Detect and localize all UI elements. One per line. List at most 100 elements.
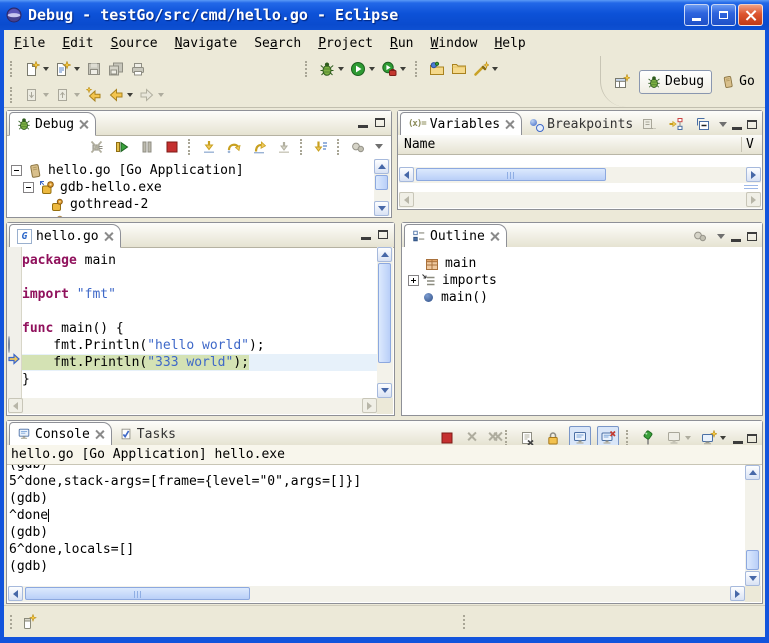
outline-menu-button[interactable] bbox=[690, 228, 710, 244]
scroll-thumb[interactable] bbox=[416, 168, 606, 181]
open-task-button[interactable] bbox=[427, 58, 447, 80]
minimize-view-icon[interactable] bbox=[731, 230, 741, 242]
dropdown-arrow-icon[interactable] bbox=[127, 93, 133, 97]
console-output[interactable]: (gdb) 5^done,stack-args=[frame={level="0… bbox=[9, 465, 745, 586]
toolbar-grip[interactable] bbox=[10, 61, 15, 77]
disconnect-button[interactable] bbox=[87, 136, 107, 158]
outline-item-imports[interactable]: imports bbox=[408, 272, 497, 289]
variables-tree-hscrollbar[interactable] bbox=[399, 167, 761, 183]
menu-help[interactable]: Help bbox=[494, 36, 525, 51]
remove-all-terminated-icon[interactable] bbox=[483, 432, 499, 444]
scroll-down-button[interactable] bbox=[745, 571, 760, 586]
menu-run[interactable]: Run bbox=[390, 36, 413, 51]
scroll-right-button[interactable] bbox=[746, 167, 761, 182]
debug-tree-vscrollbar[interactable] bbox=[374, 159, 390, 216]
forward-button[interactable] bbox=[137, 84, 166, 106]
scroll-down-button[interactable] bbox=[374, 201, 389, 216]
close-tab-icon[interactable] bbox=[490, 232, 499, 241]
suspend-button[interactable] bbox=[137, 136, 157, 158]
open-resource-button[interactable] bbox=[449, 58, 469, 80]
last-edit-location-button[interactable] bbox=[84, 84, 104, 106]
toolbar-grip[interactable] bbox=[305, 61, 310, 77]
remove-launch-icon[interactable] bbox=[467, 432, 479, 444]
minimize-view-icon[interactable] bbox=[361, 228, 371, 240]
dropdown-arrow-icon[interactable] bbox=[369, 67, 375, 71]
dropdown-arrow-icon[interactable] bbox=[74, 67, 80, 71]
terminate-button[interactable] bbox=[162, 136, 182, 158]
close-tab-icon[interactable] bbox=[104, 232, 113, 241]
column-header-name[interactable]: Name bbox=[398, 137, 741, 152]
tree-row-launch[interactable]: hello.go [Go Application] bbox=[11, 162, 244, 179]
tab-debug[interactable]: Debug bbox=[9, 112, 96, 136]
view-menu-icon[interactable] bbox=[719, 122, 727, 127]
perspective-debug-button[interactable]: Debug bbox=[639, 70, 712, 94]
tree-row-thread[interactable]: gothread-2 bbox=[49, 196, 148, 213]
save-button[interactable] bbox=[84, 58, 104, 80]
maximize-view-icon[interactable] bbox=[378, 230, 388, 239]
editor-vscrollbar[interactable] bbox=[377, 247, 393, 398]
menu-edit[interactable]: Edit bbox=[62, 36, 93, 51]
drop-to-frame-button[interactable] bbox=[274, 136, 294, 158]
tab-tasks[interactable]: Tasks bbox=[112, 423, 183, 445]
dropdown-arrow-icon[interactable] bbox=[492, 67, 498, 71]
detail-pane-hscrollbar[interactable] bbox=[399, 192, 761, 208]
tab-outline[interactable]: Outline bbox=[404, 224, 507, 248]
next-annotation-button[interactable] bbox=[22, 84, 51, 106]
show-type-names-button[interactable] bbox=[639, 116, 659, 132]
minimize-button[interactable] bbox=[684, 4, 709, 26]
step-into-button[interactable] bbox=[199, 136, 219, 158]
step-return-button[interactable] bbox=[249, 136, 269, 158]
detail-pane-sash[interactable] bbox=[744, 185, 758, 191]
step-over-button[interactable] bbox=[224, 136, 244, 158]
close-tab-icon[interactable] bbox=[95, 430, 104, 439]
maximize-view-icon[interactable] bbox=[747, 434, 757, 443]
menu-project[interactable]: Project bbox=[318, 36, 373, 51]
scroll-right-button[interactable] bbox=[730, 586, 745, 601]
toolbar-grip[interactable] bbox=[415, 61, 420, 77]
tab-breakpoints[interactable]: Breakpoints bbox=[522, 113, 640, 135]
use-step-filters-button[interactable] bbox=[311, 136, 331, 158]
scroll-left-button[interactable] bbox=[399, 167, 414, 182]
scroll-thumb[interactable] bbox=[746, 550, 759, 570]
menu-source[interactable]: Source bbox=[111, 36, 158, 51]
scroll-thumb[interactable] bbox=[375, 175, 388, 190]
collapse-expander-icon[interactable] bbox=[11, 165, 22, 176]
dropdown-arrow-icon[interactable] bbox=[338, 67, 344, 71]
collapse-all-button[interactable] bbox=[693, 116, 713, 132]
open-perspective-button[interactable] bbox=[612, 71, 632, 93]
minimize-view-icon[interactable] bbox=[733, 432, 743, 444]
menu-navigate[interactable]: Navigate bbox=[175, 36, 238, 51]
scroll-down-button[interactable] bbox=[377, 383, 392, 398]
menu-window[interactable]: Window bbox=[430, 36, 477, 51]
console-hscrollbar[interactable] bbox=[8, 586, 745, 602]
maximize-view-icon[interactable] bbox=[375, 118, 385, 127]
debug-view-extra-button[interactable] bbox=[348, 136, 368, 158]
tab-editor-hello-go[interactable]: G hello.go bbox=[9, 224, 121, 248]
outline-item-main-func[interactable]: main() bbox=[424, 289, 488, 306]
column-header-value[interactable]: V bbox=[741, 137, 762, 152]
maximize-view-icon[interactable] bbox=[747, 232, 757, 241]
tab-console[interactable]: Console bbox=[9, 422, 112, 446]
view-menu-icon[interactable] bbox=[717, 234, 725, 239]
tab-variables[interactable]: (x)= Variables bbox=[400, 112, 522, 136]
dropdown-arrow-icon[interactable] bbox=[720, 436, 726, 440]
debug-button[interactable] bbox=[317, 58, 346, 80]
outline-item-package[interactable]: main bbox=[424, 255, 476, 272]
run-button[interactable] bbox=[348, 58, 377, 80]
dropdown-arrow-icon[interactable] bbox=[400, 67, 406, 71]
show-logical-structure-button[interactable] bbox=[666, 116, 686, 132]
console-vscrollbar[interactable] bbox=[745, 465, 761, 586]
tree-row-partial[interactable] bbox=[49, 213, 65, 217]
close-tab-icon[interactable] bbox=[79, 120, 88, 129]
toolbar-grip[interactable] bbox=[10, 87, 15, 103]
minimize-view-icon[interactable] bbox=[732, 118, 742, 130]
external-tools-button[interactable] bbox=[379, 58, 408, 80]
title-bar[interactable]: Debug - testGo/src/cmd/hello.go - Eclips… bbox=[0, 0, 769, 30]
launch-status-icon[interactable] bbox=[21, 614, 37, 630]
resume-button[interactable] bbox=[112, 136, 132, 158]
code-editor[interactable]: package main import "fmt" func main() { … bbox=[22, 247, 378, 399]
close-button[interactable] bbox=[738, 4, 763, 26]
back-button[interactable] bbox=[106, 84, 135, 106]
view-menu-icon[interactable] bbox=[375, 144, 383, 149]
instruction-pointer-icon[interactable] bbox=[8, 353, 20, 365]
